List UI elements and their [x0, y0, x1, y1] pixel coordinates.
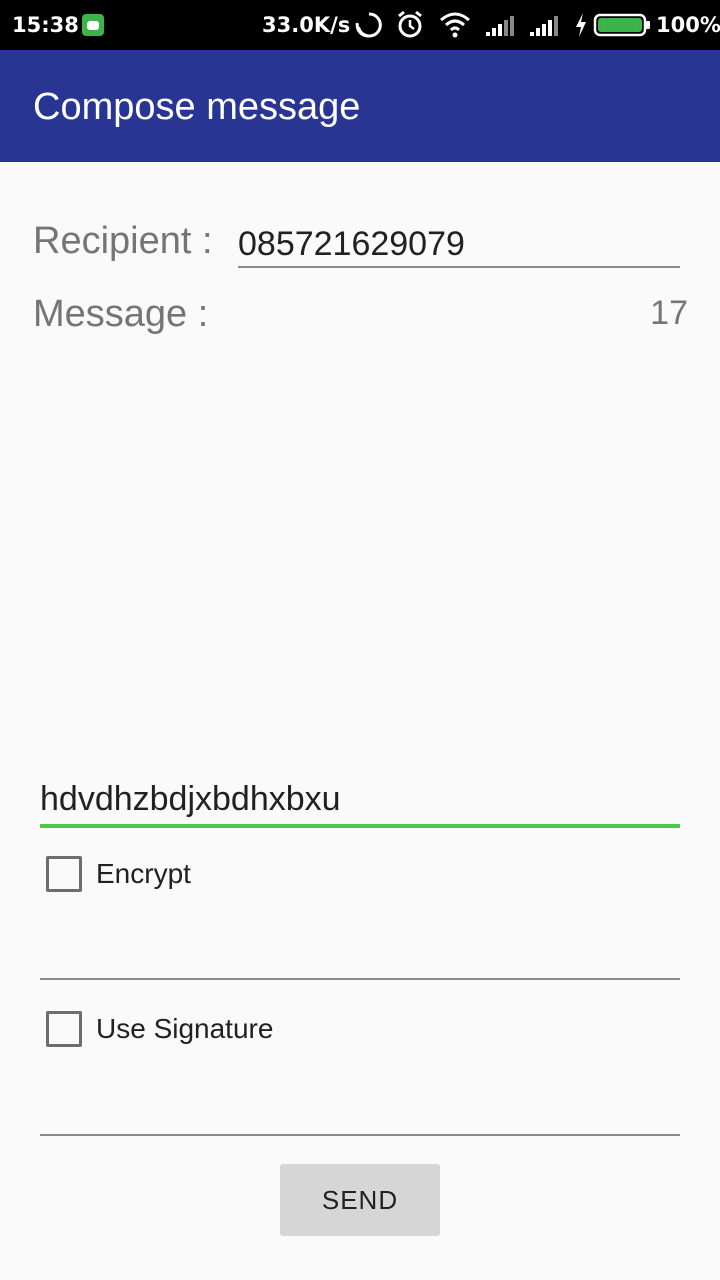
signature-label: Use Signature	[96, 1013, 274, 1044]
charging-icon	[576, 13, 586, 37]
encrypt-label: Encrypt	[96, 858, 191, 889]
alarm-icon	[398, 10, 422, 38]
signal-icon	[530, 16, 558, 36]
app-notification-icon	[82, 14, 104, 36]
send-button[interactable]: SEND	[280, 1164, 440, 1236]
page-title: Compose message	[33, 86, 361, 128]
encrypt-checkbox[interactable]	[46, 856, 82, 892]
status-bar: 15:38 33.0K/s 100%	[0, 0, 720, 50]
signature-field[interactable]	[40, 1096, 680, 1136]
status-time: 15:38	[12, 13, 79, 37]
character-count: 17	[650, 294, 688, 332]
encrypt-key-field[interactable]	[40, 940, 680, 980]
recipient-label: Recipient :	[33, 220, 213, 262]
message-field[interactable]: hdvdhzbdjxbdhxbxu	[40, 776, 680, 828]
wifi-icon	[440, 12, 470, 38]
signal-icon	[486, 16, 514, 36]
message-label: Message :	[33, 293, 209, 335]
signature-checkbox[interactable]	[46, 1011, 82, 1047]
sync-icon	[355, 12, 382, 38]
network-speed: 33.0K/s	[262, 13, 351, 37]
send-button-label: SEND	[321, 1184, 399, 1215]
app-bar: Compose message	[0, 50, 720, 162]
recipient-field[interactable]	[238, 222, 680, 268]
battery-percentage: 100%	[656, 13, 720, 37]
battery-icon	[593, 13, 650, 37]
